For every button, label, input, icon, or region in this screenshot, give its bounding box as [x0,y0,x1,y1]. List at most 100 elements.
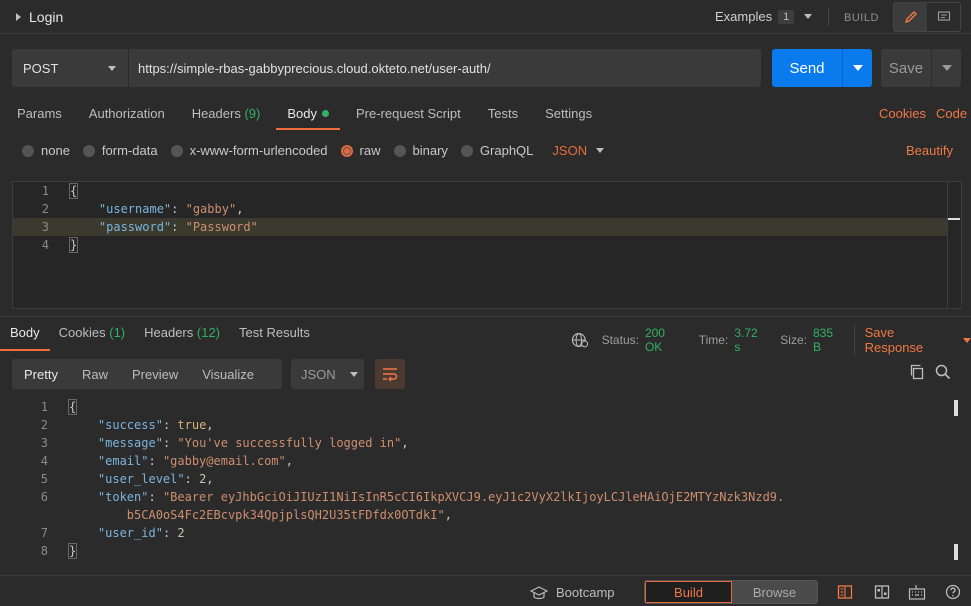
bootcamp-button[interactable]: Bootcamp [530,585,615,600]
url-input[interactable]: https://simple-rbas-gabbyprecious.cloud.… [129,49,761,87]
time-value[interactable]: 3.72 s [734,326,766,354]
chevron-down-icon [941,65,952,71]
json-string: b5CA0oS4Fc2EBcvpk34QpjplsQH2U35tFDfdx0OT… [126,508,445,522]
chevron-down-icon [804,14,813,19]
tab-tests[interactable]: Tests [488,106,518,121]
search-icon[interactable] [935,364,951,380]
json-string: "Password" [185,220,258,234]
response-view-tabs: Pretty Raw Preview Visualize [12,359,282,389]
code-line: 3 "message": "You've successfully logged… [12,434,942,452]
radio-form-data[interactable]: form-data [82,143,158,158]
copy-icon[interactable] [909,364,925,380]
documentation-mode-button[interactable] [927,3,960,31]
code-line: 6 "token": "Bearer eyJhbGciOiJIUzI1NiIsI… [12,488,942,506]
save-options-button[interactable] [931,49,961,87]
mode-toggle [893,2,961,32]
help-icon[interactable] [945,584,961,600]
view-tab-preview[interactable]: Preview [120,367,190,382]
response-body-viewer[interactable]: 1 { 2 "success": true, 3 "message": "You… [12,398,962,566]
beautify-link[interactable]: Beautify [906,143,953,158]
res-tab-body[interactable]: Body [0,325,50,351]
line-number: 4 [40,454,48,468]
save-button[interactable]: Save [881,49,931,87]
radio-label: none [41,143,70,158]
tab-params[interactable]: Params [17,106,62,121]
wrap-lines-button[interactable] [375,359,405,389]
radio-none[interactable]: none [22,143,70,158]
code-text: "success": true, [97,418,214,432]
tab-settings[interactable]: Settings [545,106,592,121]
line-number: 1 [40,400,48,414]
edit-mode-button[interactable] [894,3,927,31]
status-value[interactable]: 200 OK [645,326,685,354]
editor-scrollbar[interactable] [947,182,961,308]
keyboard-shortcuts-icon[interactable] [908,584,926,600]
code-text: } [67,543,78,559]
modified-dot-icon [321,110,329,117]
code-text: "username": "gabby", [98,202,244,216]
radio-icon [393,144,406,157]
examples-count-badge: 1 [778,9,795,24]
radio-graphql[interactable]: GraphQL [460,143,533,158]
res-tab-test-results[interactable]: Test Results [239,325,310,340]
tab-pre-request-script[interactable]: Pre-request Script [356,106,461,121]
layout-icon[interactable] [874,584,890,600]
json-string: "You've successfully logged in" [177,436,402,450]
brace: } [67,543,78,559]
body-type-selector: none form-data x-www-form-urlencoded raw… [22,143,605,158]
scroll-marker [954,544,958,560]
save-response-dropdown[interactable]: Save Response [853,325,971,355]
chevron-down-icon [596,148,605,153]
response-tabs: Body Cookies (1) Headers (12) Test Resul… [0,325,329,351]
json-key: "success" [97,418,163,432]
json-number: 2 [177,526,185,540]
radio-urlencoded[interactable]: x-www-form-urlencoded [170,143,328,158]
res-tab-cookies[interactable]: Cookies (1) [59,325,125,340]
view-tab-pretty[interactable]: Pretty [12,367,70,382]
chevron-down-icon [962,337,971,343]
size-value[interactable]: 835 B [813,326,844,354]
view-tab-visualize[interactable]: Visualize [190,367,266,382]
line-number: 1 [41,184,49,198]
json-key: "user_level" [97,472,185,486]
browse-toggle-button[interactable]: Browse [732,581,817,603]
code-text: "password": "Password" [98,220,258,234]
radio-raw[interactable]: raw [340,143,381,158]
examples-dropdown[interactable]: Examples 1 [715,9,813,24]
send-button[interactable]: Send [772,49,842,87]
code-line: 1 { [13,182,948,200]
build-mode-label: BUILD [844,12,879,24]
body-format-select[interactable]: JSON [552,143,605,158]
build-toggle-button[interactable]: Build [645,581,732,603]
two-pane-view-icon[interactable] [837,584,853,600]
radio-icon [460,144,473,157]
code-line: 5 "user_level": 2, [12,470,942,488]
code-text: { [68,183,79,199]
request-body-editor[interactable]: 1 { 2 "username": "gabby", 3 "password":… [12,181,962,309]
tab-count: (12) [196,325,221,340]
view-tab-raw[interactable]: Raw [70,367,120,382]
pencil-icon [904,11,917,24]
http-method-value: POST [23,60,59,76]
pane-divider[interactable] [0,316,971,317]
http-method-select[interactable]: POST [12,49,128,87]
radio-icon [170,144,183,157]
request-name[interactable]: Login [16,9,63,25]
caret-right-icon[interactable] [16,13,21,21]
res-tab-headers[interactable]: Headers (12) [144,325,220,340]
code-text: b5CA0oS4Fc2EBcvpk34QpjplsQH2U35tFDfdx0OT… [126,508,452,522]
response-format-select[interactable]: JSON [291,359,364,389]
tab-headers[interactable]: Headers (9) [192,106,261,121]
tab-authorization[interactable]: Authorization [89,106,165,121]
scroll-marker [948,218,960,220]
globe-icon[interactable] [571,332,589,348]
send-options-button[interactable] [842,49,872,87]
code-text: } [68,237,79,253]
cookies-link[interactable]: Cookies [879,106,926,121]
build-browse-toggle: Build Browse [644,580,818,604]
code-line: 4 "email": "gabby@email.com", [12,452,942,470]
size-label: Size: [780,333,807,347]
tab-body[interactable]: Body [276,106,340,130]
code-link[interactable]: Code [936,106,967,121]
radio-binary[interactable]: binary [393,143,448,158]
